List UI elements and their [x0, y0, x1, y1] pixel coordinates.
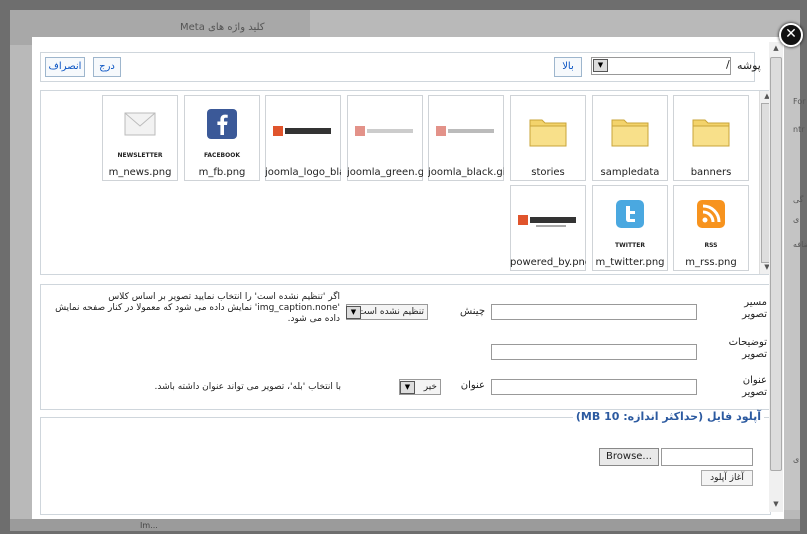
thumbnail-caption: TWITTER [615, 242, 645, 249]
directory-toolbar: انصراف درج بالا ▼ / پوشه [40, 52, 761, 82]
file-name: m_fb.png [198, 167, 246, 178]
file-name: m_twitter.png [595, 257, 665, 268]
joomla-logo-icon [348, 96, 422, 166]
browse-button[interactable]: Browse... [599, 448, 659, 466]
background-text: گی [793, 195, 804, 204]
image-item-joomla-black[interactable]: joomla_black.gif [428, 95, 504, 181]
folder-item-sampledata[interactable]: sampledata [592, 95, 668, 181]
background-footer-text: Im... [140, 521, 158, 530]
chevron-down-icon[interactable]: ▼ [346, 306, 361, 319]
up-button[interactable]: بالا [554, 57, 582, 77]
image-manager-modal: انصراف درج بالا ▼ / پوشه banners sampled… [32, 37, 784, 519]
upload-panel: آپلود فایل (حداکثر اندازه: 10 MB) Browse… [40, 410, 771, 515]
upload-legend: آپلود فایل (حداکثر اندازه: 10 MB) [572, 410, 764, 423]
image-title-field[interactable] [491, 379, 697, 395]
image-title-label: عنوان تصویر [742, 375, 767, 398]
file-name: joomla_logo_black.jpg [265, 167, 341, 178]
file-name: sampledata [600, 167, 660, 178]
background-footer [10, 519, 800, 531]
image-description-field[interactable] [491, 344, 697, 360]
image-item-joomla-green[interactable]: joomla_green.gif [347, 95, 423, 181]
folder-icon [593, 96, 667, 166]
modal-scrollbar[interactable]: ▲ ▼ [769, 42, 783, 512]
directory-value: / [726, 58, 730, 71]
background-text: ی [793, 455, 800, 464]
directory-label: پوشه [737, 59, 761, 72]
folder-item-banners[interactable]: banners [673, 95, 749, 181]
image-item-powered-by[interactable]: powered_by.png [510, 185, 586, 271]
folder-icon [511, 96, 585, 166]
thumbnail-caption: NEWSLETTER [117, 152, 163, 159]
file-name: powered_by.png [510, 257, 586, 268]
thumbnail-caption: FACEBOOK [204, 152, 240, 159]
background-meta-heading: کلید واژه های Meta [180, 22, 265, 33]
insert-button[interactable]: درج [93, 57, 121, 77]
file-name: joomla_black.gif [428, 167, 504, 178]
scroll-down-arrow-icon[interactable]: ▼ [769, 500, 783, 508]
image-caption-label: عنوان [460, 380, 485, 391]
directory-select[interactable]: ▼ [591, 57, 731, 75]
file-name: m_rss.png [685, 257, 737, 268]
image-item-m-rss[interactable]: RSS m_rss.png [673, 185, 749, 271]
file-browser: banners sampledata stories joomla_black.… [40, 90, 771, 275]
image-item-m-news[interactable]: NEWSLETTER m_news.png [102, 95, 178, 181]
background-text: For [793, 97, 806, 106]
file-name: joomla_green.gif [347, 167, 423, 178]
file-name: stories [531, 167, 565, 178]
scroll-up-arrow-icon[interactable]: ▲ [769, 44, 783, 52]
image-align-label: چینش [460, 306, 485, 317]
chevron-down-icon[interactable]: ▼ [593, 59, 608, 72]
image-item-m-twitter[interactable]: TWITTER m_twitter.png [592, 185, 668, 271]
close-icon[interactable]: ✕ [779, 23, 803, 47]
upload-file-input[interactable] [661, 448, 753, 466]
file-name: banners [690, 167, 732, 178]
image-item-joomla-logo-black[interactable]: joomla_logo_black.jpg [265, 95, 341, 181]
chevron-down-icon[interactable]: ▼ [400, 381, 415, 394]
image-align-note: اگر 'تنظیم نشده است' را انتخاب نمایید تص… [55, 292, 340, 324]
image-properties-panel: مسیر تصویر چینش تنظیم نشده است ▼ اگر 'تن… [40, 284, 771, 410]
image-url-label: مسیر تصویر [742, 297, 767, 320]
file-name: m_news.png [108, 167, 172, 178]
scrollbar-thumb[interactable] [770, 57, 782, 471]
image-description-label: توضیحات تصویر [728, 337, 767, 360]
background-text: ی [793, 215, 800, 224]
thumbnail-caption: RSS [704, 242, 718, 249]
image-item-m-fb[interactable]: FACEBOOK m_fb.png [184, 95, 260, 181]
background-text: اضافه [793, 240, 807, 249]
folder-icon [674, 96, 748, 166]
start-upload-button[interactable]: آغاز آپلود [701, 470, 753, 486]
image-caption-note: با انتخاب 'بله'، تصویر می تواند عنوان دا… [154, 382, 342, 392]
background-text: ntr [793, 125, 805, 134]
joomla-logo-icon [429, 96, 503, 166]
cancel-button[interactable]: انصراف [45, 57, 85, 77]
joomla-powered-icon [511, 186, 585, 256]
folder-item-stories[interactable]: stories [510, 95, 586, 181]
image-url-field[interactable] [491, 304, 697, 320]
joomla-logo-icon [266, 96, 340, 166]
